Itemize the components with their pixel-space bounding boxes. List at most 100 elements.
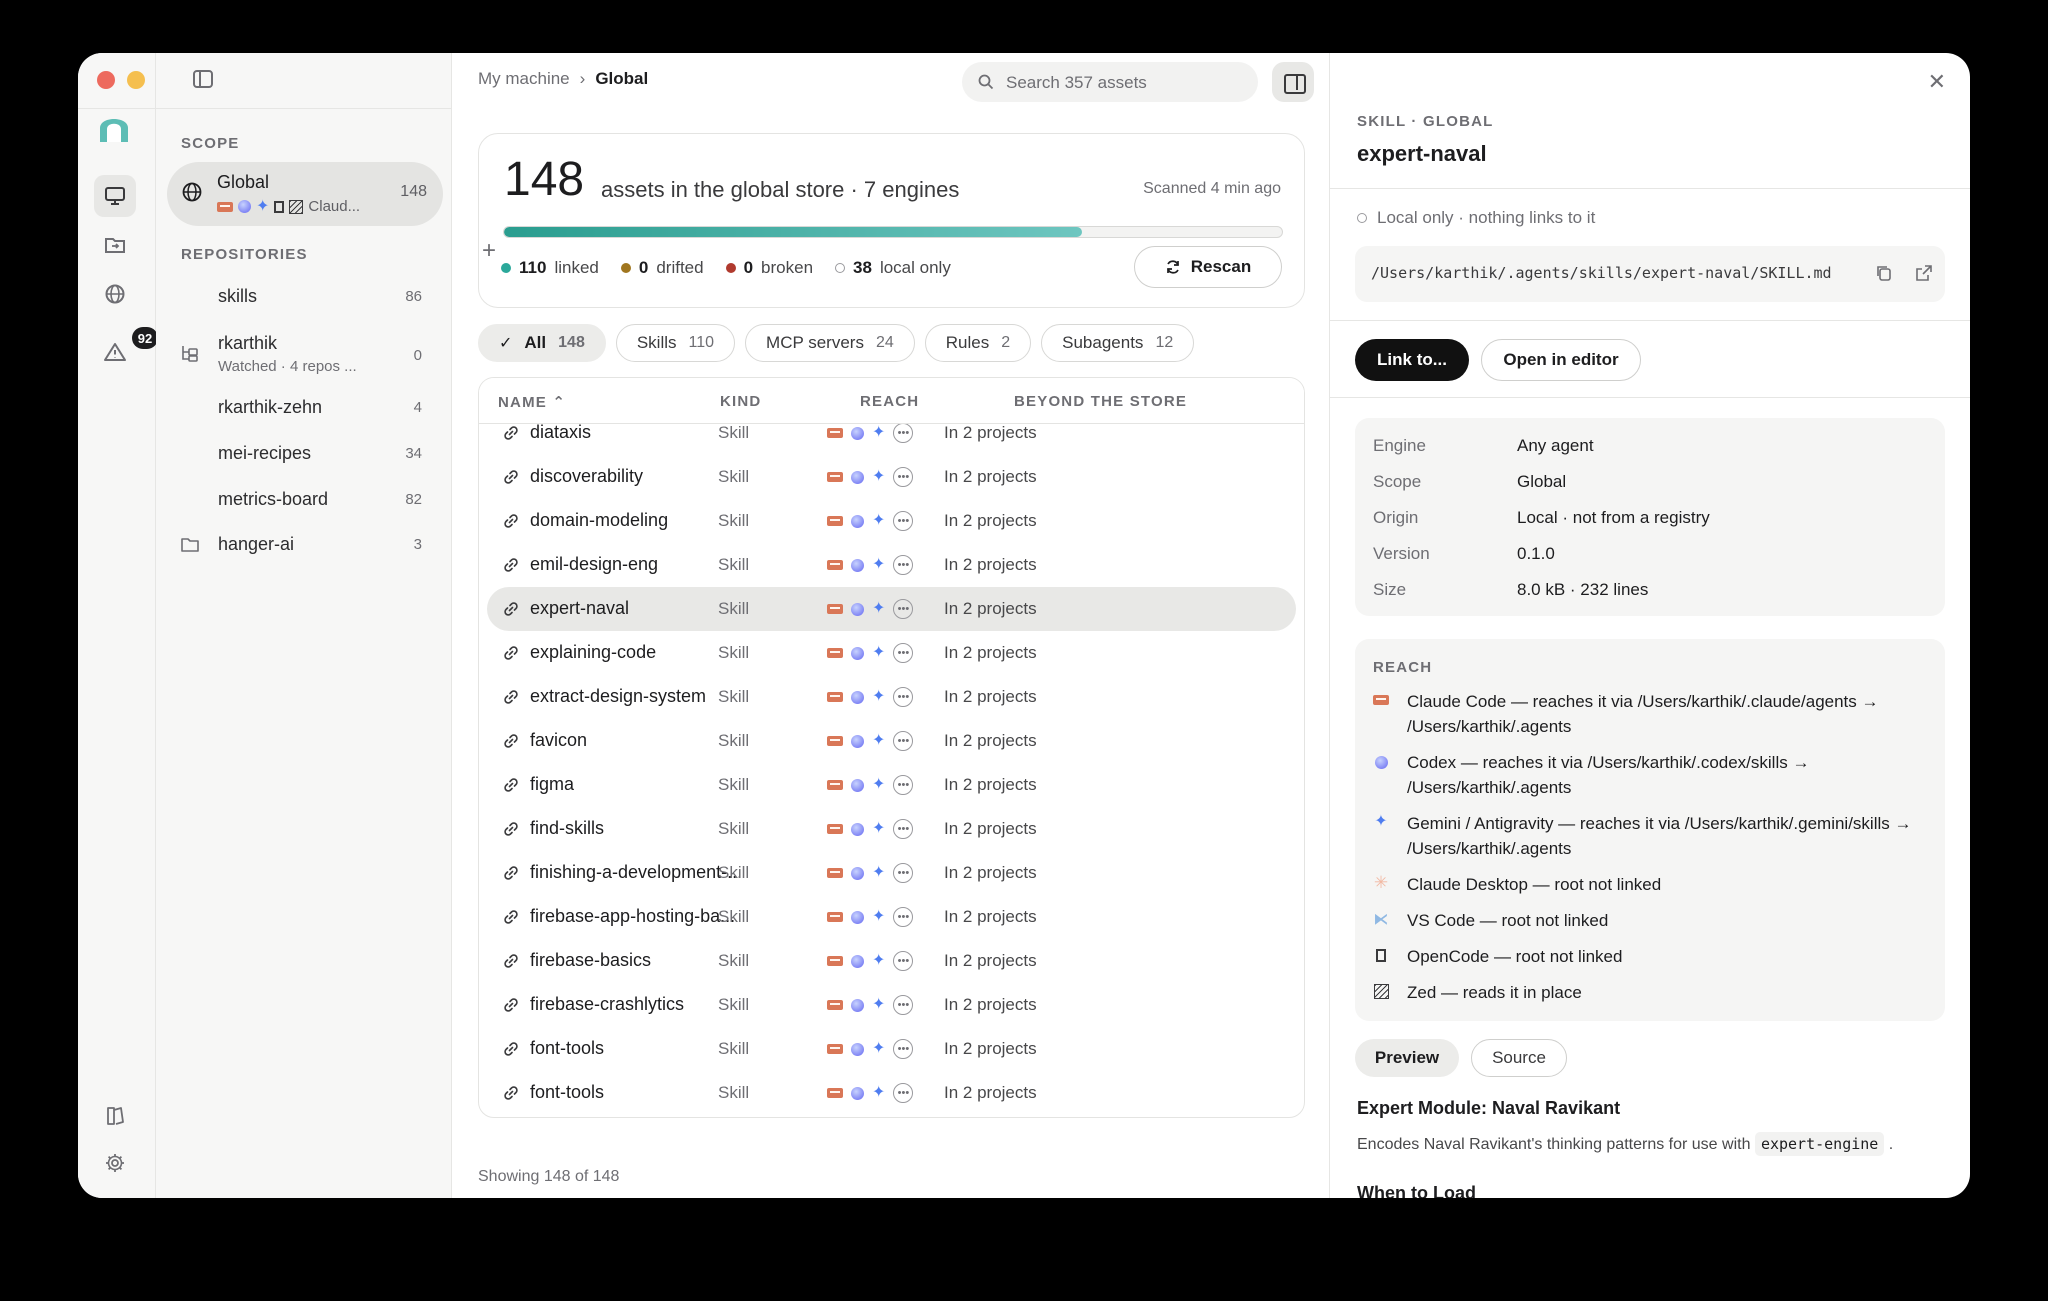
table-row[interactable]: emil-design-eng Skill ✦ ••• In 2 projects — [487, 543, 1296, 587]
repo-label: rkarthik-zehn — [218, 397, 323, 417]
rail-machine-button[interactable] — [94, 175, 136, 217]
rail-settings-button[interactable] — [94, 1142, 136, 1184]
more-engines-icon[interactable]: ••• — [893, 907, 914, 927]
asset-kind: Skill — [718, 1039, 750, 1058]
table-row[interactable]: explaining-code Skill ✦ ••• In 2 projects — [487, 631, 1296, 675]
table-row[interactable]: figma Skill ✦ ••• In 2 projects — [487, 763, 1296, 807]
more-engines-icon[interactable]: ••• — [893, 687, 914, 707]
table-row[interactable]: favicon Skill ✦ ••• In 2 projects — [487, 719, 1296, 763]
more-engines-icon[interactable]: ••• — [893, 511, 914, 531]
asset-name: extract-design-system — [530, 686, 707, 706]
scope-global-item[interactable]: Global ✦ Claud... 148 — [167, 162, 443, 226]
repo-count: 0 — [413, 347, 422, 364]
asset-name: favicon — [530, 730, 588, 750]
table-row[interactable]: discoverability Skill ✦ ••• In 2 projects — [487, 455, 1296, 499]
repo-item-rkarthik-zehn[interactable]: rkarthik-zehn 4 — [156, 386, 452, 430]
more-engines-icon[interactable]: ••• — [893, 775, 914, 795]
column-header-beyond[interactable]: BEYOND THE STORE — [1014, 393, 1187, 410]
repo-item-metrics-board[interactable]: metrics-board 82 — [156, 478, 452, 522]
table-row[interactable]: diataxis Skill ✦ ••• In 2 projects — [487, 424, 1296, 455]
more-engines-icon[interactable]: ••• — [893, 731, 914, 751]
table-row[interactable]: firebase-app-hosting-ba... Skill ✦ ••• In 2 … — [487, 895, 1296, 939]
claude-code-icon — [827, 1000, 843, 1010]
tab-source[interactable]: Source — [1471, 1039, 1567, 1077]
filter-skills[interactable]: Skills 110 — [615, 324, 736, 362]
link-status: Local only · nothing links to it — [1357, 208, 1595, 228]
table-row[interactable]: firebase-crashlytics Skill ✦ ••• In 2 projec… — [487, 983, 1296, 1027]
more-engines-icon[interactable]: ••• — [893, 995, 914, 1015]
table-row[interactable]: finishing-a-development-... Skill ✦ ••• In 2… — [487, 851, 1296, 895]
column-header-name[interactable]: NAME ⌃ — [498, 393, 566, 411]
table-row[interactable]: domain-modeling Skill ✦ ••• In 2 projects — [487, 499, 1296, 543]
refresh-icon — [1166, 260, 1179, 274]
table-row[interactable]: font-tools Skill ✦ ••• In 2 projects — [487, 1071, 1296, 1115]
asset-reach: ✦ ••• — [827, 424, 914, 443]
more-engines-icon[interactable]: ••• — [893, 863, 914, 883]
rail-projects-button[interactable] — [94, 224, 136, 266]
sidebar-topbar — [78, 53, 451, 109]
asset-beyond-store: In 2 projects — [944, 1083, 1037, 1102]
more-engines-icon[interactable]: ••• — [893, 424, 914, 443]
toggle-detail-panel-button[interactable] — [1272, 62, 1314, 102]
rail-issues-button[interactable]: 92 — [94, 327, 158, 373]
last-scanned-label: Scanned 4 min ago — [1143, 180, 1281, 197]
asset-name: discoverability — [530, 466, 644, 486]
repo-item-rkarthik[interactable]: rkarthik Watched · 4 repos ... 0 — [156, 327, 452, 387]
open-in-editor-button[interactable]: Open in editor — [1481, 339, 1641, 381]
more-engines-icon[interactable]: ••• — [893, 819, 914, 839]
external-link-icon[interactable] — [1915, 264, 1933, 282]
more-engines-icon[interactable]: ••• — [893, 1039, 914, 1059]
tab-preview[interactable]: Preview — [1355, 1039, 1459, 1077]
preview-paragraph: Encodes Naval Ravikant's thinking patter… — [1357, 1132, 1893, 1156]
gemini-icon: ✦ — [872, 864, 886, 881]
claude-code-icon — [827, 604, 843, 614]
scope-global-name: Global — [217, 172, 270, 192]
gemini-icon: ✦ — [872, 952, 886, 969]
table-row[interactable]: frontend-aestheticsSkill✦•••In 2 project… — [487, 1115, 1296, 1117]
copy-icon[interactable] — [1875, 264, 1893, 282]
icon-rail: 92 — [78, 53, 175, 1198]
repo-item-hanger-ai[interactable]: hanger-ai 3 — [156, 523, 452, 567]
asset-beyond-store: In 2 projects — [944, 775, 1037, 794]
gemini-icon: ✦ — [256, 197, 270, 215]
more-engines-icon[interactable]: ••• — [893, 1083, 914, 1103]
sidebar-toggle-icon[interactable] — [193, 70, 213, 88]
status-legend: 110 linked 0 drifted 0 broken 38 local o… — [501, 258, 951, 278]
repo-item-mei-recipes[interactable]: mei-recipes 34 — [156, 432, 452, 476]
more-engines-icon[interactable]: ••• — [893, 555, 914, 575]
rail-registry-button[interactable] — [94, 273, 136, 315]
scope-global-engines-text: Claud... — [308, 198, 361, 215]
close-detail-button[interactable]: ✕ — [1928, 69, 1946, 95]
repo-label: mei-recipes — [218, 443, 312, 463]
table-row[interactable]: font-tools Skill ✦ ••• In 2 projects — [487, 1027, 1296, 1071]
codex-icon — [851, 954, 864, 968]
gemini-icon: ✦ — [872, 820, 886, 837]
asset-reach: ✦ ••• — [827, 1039, 914, 1059]
table-row[interactable]: extract-design-system Skill ✦ ••• In 2 proje… — [487, 675, 1296, 719]
asset-beyond-store: In 2 projects — [944, 819, 1037, 838]
table-row[interactable]: expert-naval Skill ✦ ••• In 2 projects — [487, 587, 1296, 631]
repo-label: skills — [218, 286, 257, 306]
filter-rules[interactable]: Rules 2 — [924, 324, 1032, 362]
table-row[interactable]: firebase-basics Skill ✦ ••• In 2 projects — [487, 939, 1296, 983]
reach-text: VS Code — root not linked — [1407, 911, 1609, 930]
search-input[interactable]: Search 357 assets — [962, 62, 1258, 102]
more-engines-icon[interactable]: ••• — [893, 951, 914, 971]
column-header-kind[interactable]: KIND — [720, 393, 761, 410]
more-engines-icon[interactable]: ••• — [893, 467, 914, 487]
column-header-reach[interactable]: REACH — [860, 393, 919, 410]
rescan-button[interactable]: Rescan — [1134, 246, 1282, 288]
more-engines-icon[interactable]: ••• — [893, 599, 914, 619]
filter-all[interactable]: ✓ All 148 — [478, 324, 606, 362]
more-engines-icon[interactable]: ••• — [893, 643, 914, 663]
repo-item-skills[interactable]: skills 86 — [156, 275, 452, 319]
breadcrumb-root[interactable]: My machine — [478, 69, 570, 89]
codex-icon — [851, 514, 864, 528]
link-to-button[interactable]: Link to... — [1355, 339, 1469, 381]
filter-mcp-servers[interactable]: MCP servers 24 — [745, 324, 915, 362]
rail-docs-button[interactable] — [94, 1095, 136, 1137]
table-row[interactable]: find-skills Skill ✦ ••• In 2 projects — [487, 807, 1296, 851]
claude-code-icon — [827, 516, 843, 526]
asset-reach: ✦ ••• — [827, 599, 914, 619]
filter-subagents[interactable]: Subagents 12 — [1041, 324, 1195, 362]
